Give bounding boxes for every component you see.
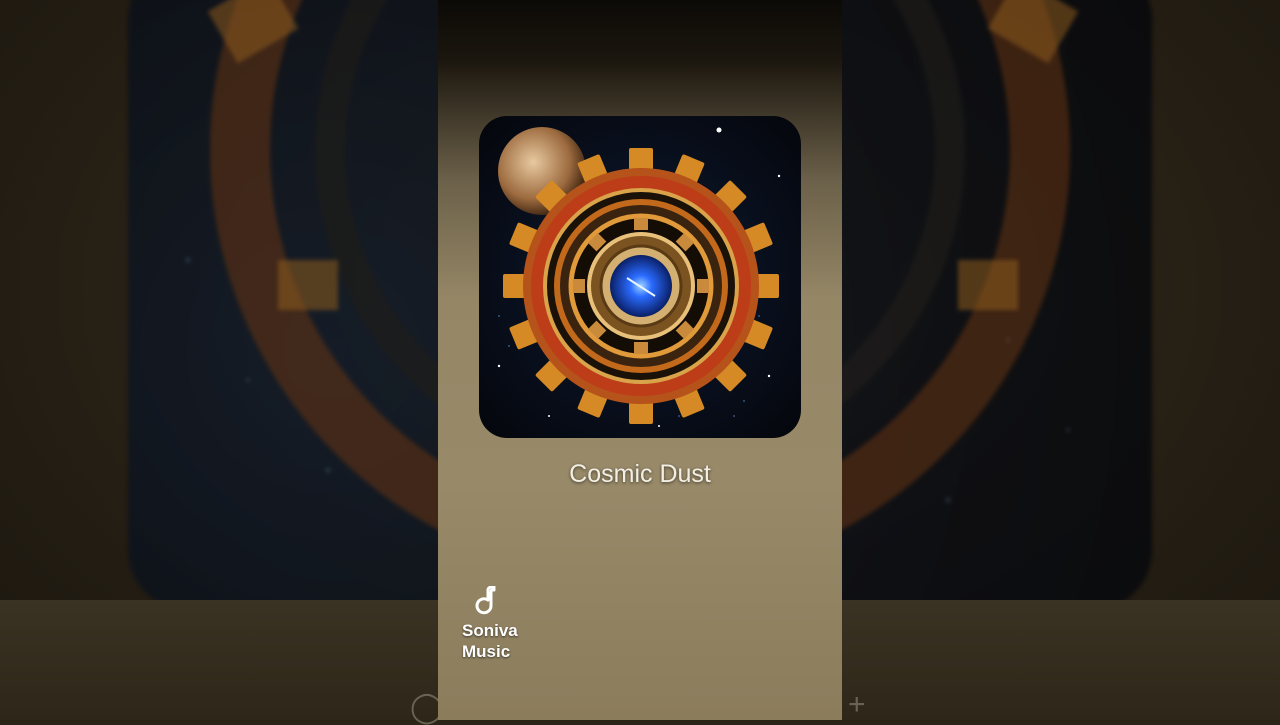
track-title: Cosmic Dust [569, 460, 711, 488]
video-frame: Cosmic Dust Soniva Music [438, 0, 842, 720]
brand-name: Soniva Music [462, 621, 518, 661]
plus-icon: + [848, 688, 866, 721]
album-cover [479, 116, 801, 438]
brand-watermark: Soniva Music [462, 586, 552, 662]
music-note-icon [475, 586, 496, 615]
